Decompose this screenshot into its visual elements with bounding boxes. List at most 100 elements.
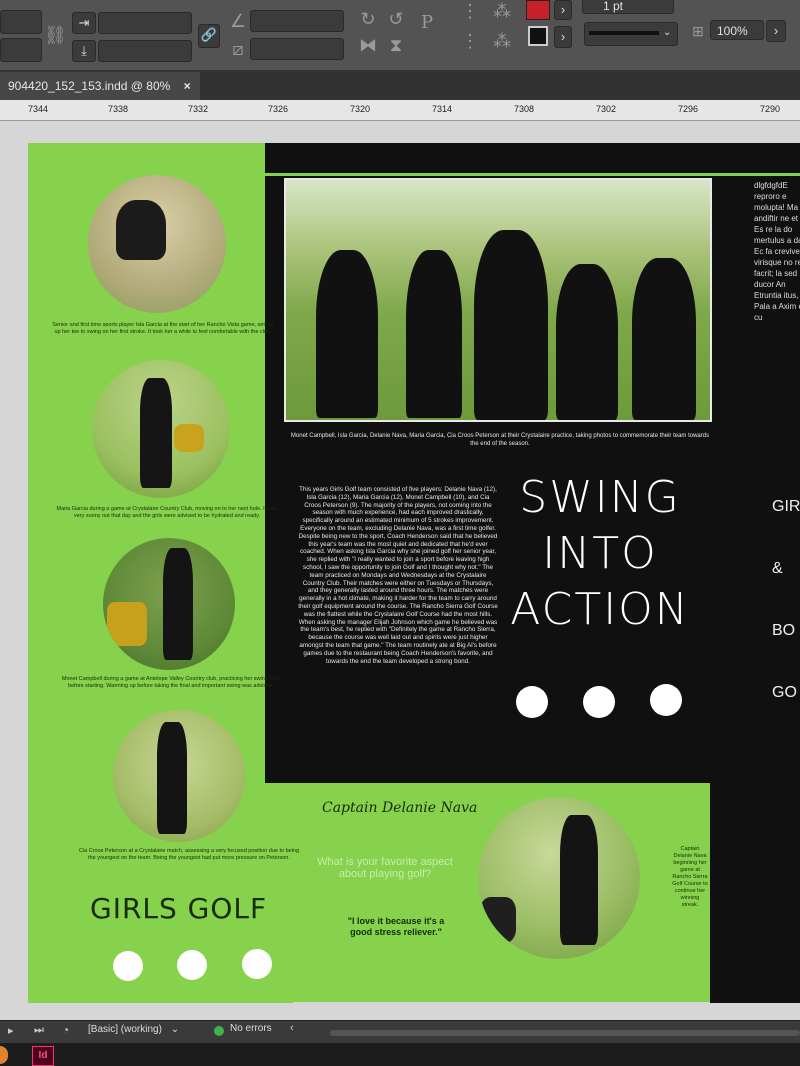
- document-tab-label: 904420_152_153.indd @ 80%: [8, 79, 171, 93]
- photo-caption: Monet Campbell during a game at Antelope…: [61, 676, 281, 689]
- decorative-dot: [516, 686, 548, 718]
- rotate-ccw-icon[interactable]: ↺: [384, 8, 408, 30]
- error-status-label[interactable]: No errors: [230, 1023, 272, 1034]
- shear-icon[interactable]: ⧄: [228, 38, 248, 60]
- golf-bag-shape: [480, 897, 516, 943]
- group-photo-caption: Monet Campbell, Isla Garcia, Delanie Nav…: [290, 433, 710, 447]
- decorative-dot: [177, 950, 207, 980]
- photo-captain-delanie-nava[interactable]: [478, 797, 640, 959]
- ruler-tick-label: 7296: [678, 104, 699, 114]
- page-nav-last-icon[interactable]: ⏭: [34, 1024, 44, 1037]
- width-field[interactable]: [98, 12, 192, 34]
- golfer-silhouette: [163, 548, 193, 660]
- chevron-down-icon: ⌄: [170, 1024, 180, 1035]
- decorative-dot: [650, 684, 682, 716]
- girls-golf-title: GIRLS GOLF: [90, 892, 268, 925]
- right-heading-fragment: &: [772, 560, 783, 577]
- x-field[interactable]: [0, 10, 42, 34]
- document-tab[interactable]: 904420_152_153.indd @ 80% ×: [0, 72, 200, 100]
- captain-quote: "I love it because it's a good stress re…: [347, 916, 445, 937]
- rotate-cw-icon[interactable]: ↻: [356, 8, 380, 30]
- player-silhouette: [406, 250, 462, 418]
- title-line: ACTION: [510, 584, 690, 635]
- team-group-photo[interactable]: [284, 178, 712, 422]
- interview-question: What is your favorite aspect about playi…: [317, 856, 453, 880]
- right-heading-fragment: GIR: [772, 498, 800, 515]
- fill-swatch[interactable]: [526, 0, 550, 20]
- right-heading-fragment: GO: [772, 684, 797, 701]
- preflight-profile-select[interactable]: [Basic] (working) ⌄: [88, 1022, 200, 1038]
- opacity-icon: ⊞: [692, 23, 704, 39]
- ruler-tick-label: 7332: [188, 104, 209, 114]
- player-silhouette: [556, 264, 618, 420]
- decorative-dot: [113, 951, 143, 981]
- flip-v-icon[interactable]: ⧗: [384, 34, 408, 56]
- stroke-menu-chevron-icon[interactable]: ›: [554, 26, 572, 48]
- indesign-app-icon[interactable]: Id: [32, 1046, 54, 1066]
- preflight-profile-label: [Basic] (working): [88, 1024, 162, 1035]
- photo-isla-garcia[interactable]: [88, 175, 226, 313]
- constrain-link-icon[interactable]: ⛓: [44, 24, 67, 46]
- ruler-tick-label: 7308: [514, 104, 535, 114]
- photo-caption: Cia Croos Peterson at a Crystalaire matc…: [78, 848, 300, 861]
- close-tab-icon[interactable]: ×: [184, 79, 191, 93]
- captain-photo-caption: Captain Delanie Nava beginning her game …: [672, 846, 708, 908]
- story-body-text[interactable]: This years Girls Golf team consisted of …: [298, 486, 498, 665]
- height-field[interactable]: [98, 40, 192, 62]
- golfer-silhouette: [157, 722, 187, 834]
- photo-cia-croos-peterson[interactable]: [113, 710, 245, 842]
- select-container-icon[interactable]: ⋮: [458, 0, 482, 22]
- opacity-menu-chevron-icon[interactable]: ›: [766, 20, 786, 42]
- rotation-field[interactable]: [250, 10, 344, 32]
- y-field[interactable]: [0, 38, 42, 62]
- swing-into-action-title: SWING INTO ACTION: [505, 470, 695, 638]
- chevron-down-icon: ⌄: [663, 27, 672, 38]
- page-nav-prev-icon[interactable]: ▸: [8, 1024, 14, 1037]
- ruler-tick-label: 7314: [432, 104, 453, 114]
- photo-caption: Maria Garcia during a game at Crystalair…: [56, 506, 278, 519]
- photo-monet-campbell[interactable]: [103, 538, 235, 670]
- golfer-silhouette: [560, 815, 598, 945]
- right-page-body-text[interactable]: dlgfdgfdE reproro e molupta! Ma andiftir…: [754, 180, 800, 323]
- player-silhouette: [632, 258, 696, 420]
- captain-heading: Captain Delanie Nava: [322, 800, 478, 816]
- ruler-tick-label: 7326: [268, 104, 289, 114]
- flip-vertical-icon[interactable]: ⤓: [72, 40, 96, 62]
- select-next-icon[interactable]: ⁂: [490, 30, 514, 52]
- ruler-tick-label: 7338: [108, 104, 129, 114]
- select-previous-icon[interactable]: ⋮: [458, 30, 482, 52]
- stroke-type-preview: [589, 31, 659, 35]
- golfer-silhouette: [116, 200, 166, 260]
- rotate-icon[interactable]: ∠: [228, 10, 248, 32]
- photo-maria-garcia[interactable]: [92, 360, 230, 498]
- ruler-tick-label: 7290: [760, 104, 781, 114]
- flip-horizontal-icon[interactable]: ⇥: [72, 12, 96, 34]
- ruler-tick-label: 7344: [28, 104, 49, 114]
- status-ok-icon: [214, 1026, 224, 1036]
- decorative-dot: [583, 686, 615, 718]
- title-line: INTO: [542, 528, 658, 579]
- chevron-left-icon[interactable]: ‹: [290, 1022, 294, 1034]
- fill-menu-chevron-icon[interactable]: ›: [554, 0, 572, 20]
- horizontal-scrollbar[interactable]: [330, 1030, 800, 1036]
- opacity-field[interactable]: 100%: [710, 20, 764, 40]
- player-silhouette: [316, 250, 378, 418]
- ruler-tick-label: 7302: [596, 104, 617, 114]
- green-rule-line: [265, 173, 800, 176]
- flip-h-icon[interactable]: ⧓: [356, 34, 380, 56]
- select-content-icon[interactable]: ⁂: [490, 0, 514, 22]
- photo-caption: Senior and first time sports player Isla…: [52, 322, 274, 335]
- shear-field[interactable]: [250, 38, 344, 60]
- golf-cart-shape: [107, 602, 147, 646]
- constrain-proportions-icon[interactable]: 🔗: [198, 24, 220, 48]
- player-silhouette: [474, 230, 548, 420]
- stroke-swatch[interactable]: [528, 26, 548, 46]
- golfer-silhouette: [140, 378, 172, 488]
- golf-bag-shape: [174, 424, 204, 452]
- ruler-tick-label: 7320: [350, 104, 371, 114]
- reference-point-icon[interactable]: P: [414, 12, 440, 34]
- preflight-icon[interactable]: ◔: [62, 1023, 69, 1037]
- stroke-type-select[interactable]: ⌄: [584, 22, 678, 46]
- stroke-weight-field[interactable]: 1 pt: [582, 0, 674, 14]
- title-line: SWING: [519, 472, 681, 523]
